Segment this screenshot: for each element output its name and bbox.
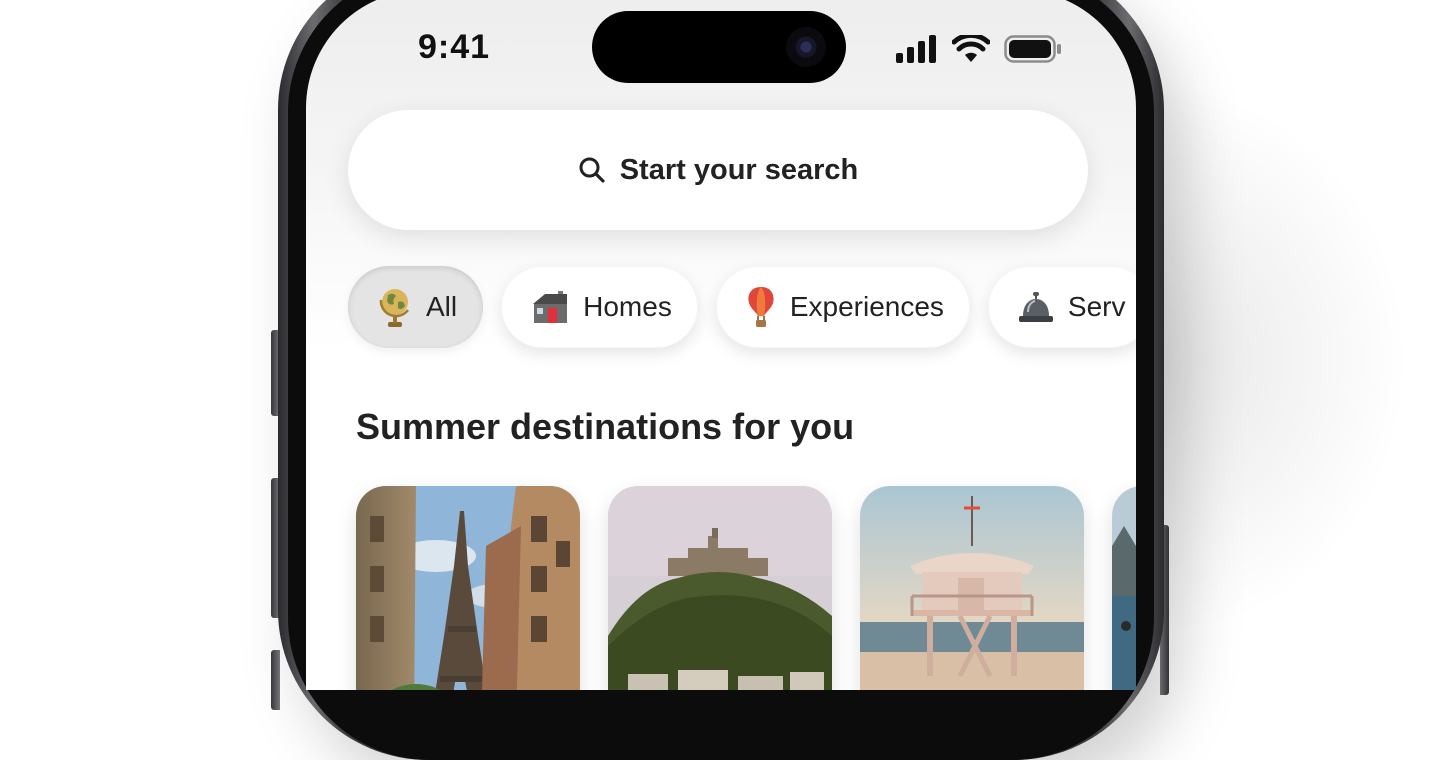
category-label-all: All [426, 291, 458, 322]
status-time: 9:41 [418, 28, 491, 66]
globe-icon [379, 289, 410, 327]
destination-card-eiffel-tower[interactable] [356, 486, 580, 690]
lifeguard-tower-beach-photo [860, 486, 1084, 690]
category-label-services: Serv [1067, 291, 1126, 322]
category-chip-all[interactable]: All [348, 266, 484, 348]
volume-down-button [271, 650, 280, 710]
background-shadow [1150, 80, 1410, 640]
house-icon [533, 291, 568, 323]
category-chip-homes[interactable]: Homes [501, 266, 698, 348]
status-icons [896, 32, 1062, 66]
front-camera [786, 27, 826, 67]
search-bar[interactable]: Start your search [348, 110, 1088, 230]
app-screen: 9:41 Start your search All Homes Experie… [306, 0, 1136, 690]
battery-icon [1004, 35, 1061, 63]
coastal-mountain-photo [1112, 486, 1136, 690]
island-castle-photo [608, 486, 832, 690]
hot-air-balloon-icon [748, 287, 774, 327]
category-label-experiences: Experiences [789, 291, 944, 322]
destination-cards [356, 486, 1136, 690]
eiffel-tower-street-photo [356, 486, 580, 690]
category-chip-experiences[interactable]: Experiences [715, 266, 970, 348]
destination-card-coast[interactable] [1112, 486, 1136, 690]
cellular-signal-icon [896, 35, 936, 63]
search-placeholder: Start your search [619, 153, 859, 186]
service-bell-icon [1018, 292, 1053, 322]
destination-card-lifeguard-tower[interactable] [860, 486, 1084, 690]
category-chips: All Homes Experiences Serv [348, 266, 1136, 348]
section-title: Summer destinations for you [356, 406, 855, 447]
search-icon [579, 157, 605, 183]
category-chip-services[interactable]: Serv [987, 266, 1136, 348]
category-label-homes: Homes [583, 291, 672, 322]
destination-card-island-castle[interactable] [608, 486, 832, 690]
wifi-icon [952, 35, 990, 62]
